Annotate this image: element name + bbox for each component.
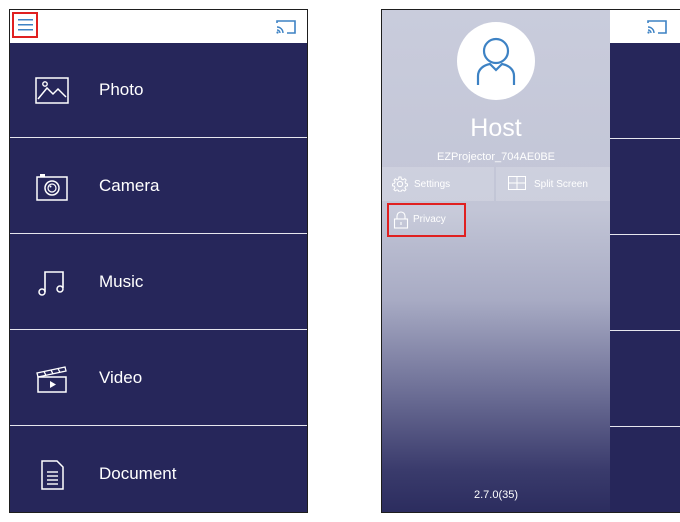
cast-icon[interactable] <box>275 19 297 35</box>
video-icon <box>36 366 67 393</box>
music-icon <box>38 271 64 296</box>
document-icon <box>41 460 64 490</box>
split-screen-icon <box>508 176 526 190</box>
right-phone-screen: Host EZProjector_704AE0BE Settings Split… <box>381 9 680 513</box>
item-label: Music <box>99 272 144 291</box>
hamburger-icon <box>18 19 33 31</box>
host-name: Host <box>470 114 522 142</box>
app-version: 2.7.0(35) <box>473 489 519 501</box>
split-screen-label: Split Screen <box>534 179 588 190</box>
list-item-music[interactable]: Music <box>10 235 307 330</box>
item-label: Document <box>99 464 177 483</box>
privacy-label: Privacy <box>413 214 446 225</box>
avatar <box>457 22 535 100</box>
cast-icon[interactable] <box>646 19 668 35</box>
item-label: Video <box>99 368 143 387</box>
user-icon <box>476 37 516 85</box>
divider <box>610 330 680 331</box>
media-list: Photo Camera Music Video Document <box>10 43 307 512</box>
left-phone-screen: Photo Camera Music Video Document <box>9 9 308 513</box>
list-item-photo[interactable]: Photo <box>10 43 307 138</box>
gear-icon <box>392 176 408 192</box>
privacy-button[interactable]: Privacy <box>387 203 466 237</box>
drawer-actions: Settings Split Screen <box>382 167 610 201</box>
settings-label: Settings <box>414 179 451 190</box>
item-label: Camera <box>99 176 160 195</box>
divider <box>610 138 680 139</box>
split-screen-button[interactable]: Split Screen <box>496 167 610 201</box>
list-item-camera[interactable]: Camera <box>10 139 307 234</box>
side-drawer: Host EZProjector_704AE0BE Settings Split… <box>382 10 610 512</box>
background-list-strip <box>610 43 680 512</box>
top-bar <box>10 10 307 43</box>
divider <box>610 426 680 427</box>
lock-icon <box>393 211 409 229</box>
menu-button[interactable] <box>12 12 38 38</box>
divider <box>610 234 680 235</box>
list-item-video[interactable]: Video <box>10 331 307 426</box>
device-name: EZProjector_704AE0BE <box>436 151 555 163</box>
item-label: Photo <box>99 80 144 99</box>
settings-button[interactable]: Settings <box>382 167 494 201</box>
photo-icon <box>35 77 69 104</box>
camera-icon <box>36 174 68 201</box>
list-item-document[interactable]: Document <box>10 427 307 512</box>
